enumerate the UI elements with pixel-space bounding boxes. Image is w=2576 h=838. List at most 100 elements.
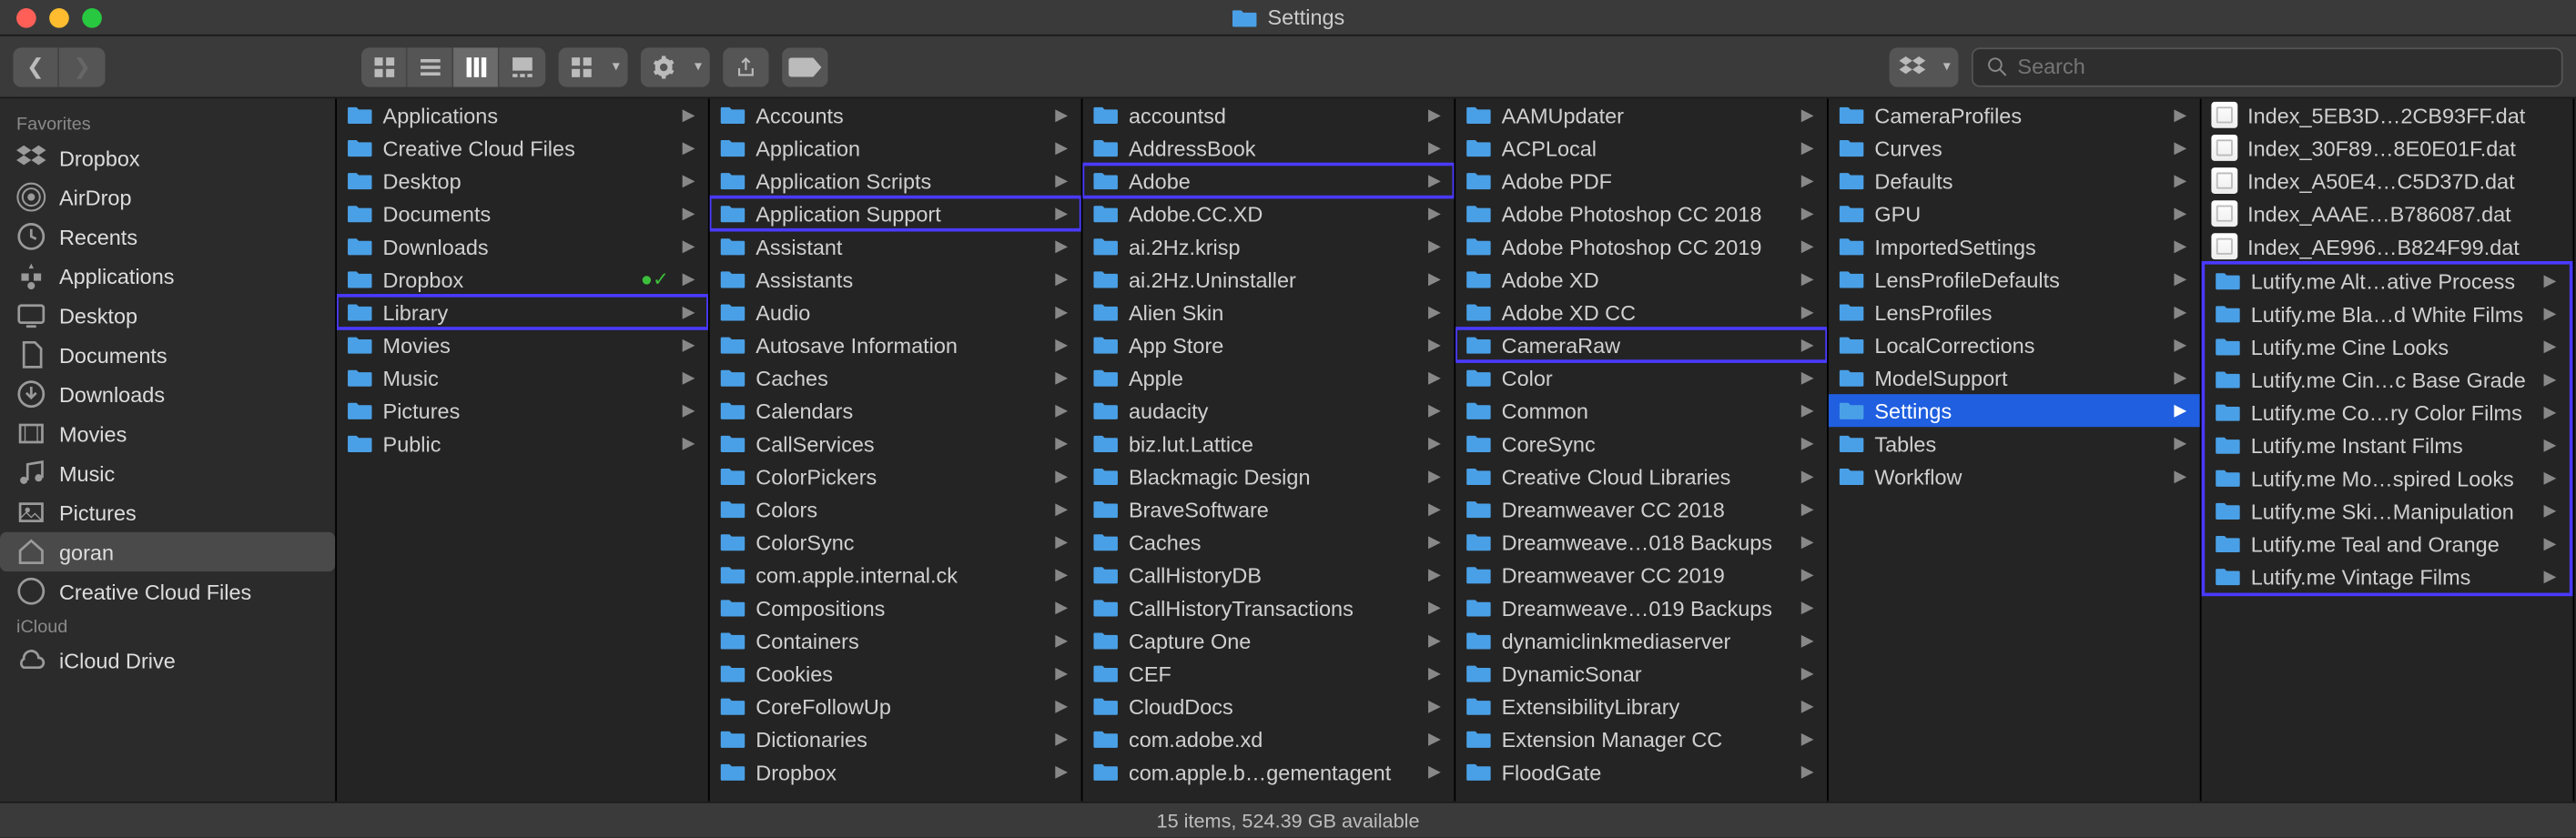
sidebar-item-documents[interactable]: Documents bbox=[0, 335, 335, 374]
view-icons[interactable] bbox=[361, 46, 408, 86]
folder-row[interactable]: Application▶ bbox=[710, 131, 1081, 164]
folder-row[interactable]: Autosave Information▶ bbox=[710, 328, 1081, 361]
view-gallery[interactable] bbox=[500, 46, 546, 86]
file-row[interactable]: Index_A50E4…C5D37D.dat bbox=[2202, 164, 2573, 197]
folder-row[interactable]: ai.2Hz.krisp▶ bbox=[1082, 230, 1454, 263]
sidebar-item-applications[interactable]: Applications bbox=[0, 257, 335, 296]
folder-row[interactable]: ExtensibilityLibrary▶ bbox=[1455, 690, 1827, 722]
folder-row[interactable]: Lutify.me Ski…Manipulation▶ bbox=[2205, 494, 2570, 527]
folder-row[interactable]: CallHistoryTransactions▶ bbox=[1082, 591, 1454, 624]
folder-row[interactable]: Library▶ bbox=[337, 296, 708, 328]
folder-row[interactable]: LensProfiles▶ bbox=[1829, 296, 2200, 328]
folder-row[interactable]: Color▶ bbox=[1455, 361, 1827, 394]
folder-row[interactable]: FloodGate▶ bbox=[1455, 755, 1827, 788]
folder-row[interactable]: LensProfileDefaults▶ bbox=[1829, 263, 2200, 296]
folder-row[interactable]: Dreamweaver CC 2018▶ bbox=[1455, 492, 1827, 525]
folder-row[interactable]: Common▶ bbox=[1455, 394, 1827, 427]
folder-row[interactable]: Pictures▶ bbox=[337, 394, 708, 427]
sidebar-item-airdrop[interactable]: AirDrop bbox=[0, 177, 335, 217]
group-dropdown[interactable]: ▾ bbox=[604, 46, 627, 86]
folder-row[interactable]: biz.lut.Lattice▶ bbox=[1082, 427, 1454, 459]
folder-row[interactable]: Containers▶ bbox=[710, 624, 1081, 657]
file-row[interactable]: Index_5EB3D…2CB93FF.dat bbox=[2202, 98, 2573, 131]
folder-row[interactable]: Cookies▶ bbox=[710, 657, 1081, 690]
folder-row[interactable]: AddressBook▶ bbox=[1082, 131, 1454, 164]
sidebar-item-goran[interactable]: goran bbox=[0, 532, 335, 571]
folder-row[interactable]: Alien Skin▶ bbox=[1082, 296, 1454, 328]
folder-row[interactable]: Capture One▶ bbox=[1082, 624, 1454, 657]
forward-button[interactable]: ❯ bbox=[59, 46, 106, 86]
maximize-window[interactable] bbox=[82, 7, 102, 27]
folder-row[interactable]: Colors▶ bbox=[710, 492, 1081, 525]
folder-row[interactable]: Music▶ bbox=[337, 361, 708, 394]
folder-row[interactable]: CameraProfiles▶ bbox=[1829, 98, 2200, 131]
folder-row[interactable]: Lutify.me Co…ry Color Films▶ bbox=[2205, 396, 2570, 429]
folder-row[interactable]: Tables▶ bbox=[1829, 427, 2200, 459]
folder-row[interactable]: ModelSupport▶ bbox=[1829, 361, 2200, 394]
folder-row[interactable]: com.apple.b…gementagent▶ bbox=[1082, 755, 1454, 788]
folder-row[interactable]: Movies▶ bbox=[337, 328, 708, 361]
folder-row[interactable]: Downloads▶ bbox=[337, 230, 708, 263]
share-button[interactable] bbox=[723, 46, 769, 86]
dropbox-dropdown[interactable]: ▾ bbox=[1935, 46, 1958, 86]
folder-row[interactable]: CoreFollowUp▶ bbox=[710, 690, 1081, 722]
folder-row[interactable]: Creative Cloud Libraries▶ bbox=[1455, 459, 1827, 492]
folder-row[interactable]: Compositions▶ bbox=[710, 591, 1081, 624]
folder-row[interactable]: DynamicSonar▶ bbox=[1455, 657, 1827, 690]
folder-row[interactable]: CEF▶ bbox=[1082, 657, 1454, 690]
action-dropdown[interactable]: ▾ bbox=[686, 46, 709, 86]
folder-row[interactable]: Lutify.me Vintage Films▶ bbox=[2205, 560, 2570, 592]
folder-row[interactable]: Calendars▶ bbox=[710, 394, 1081, 427]
sidebar-item-recents[interactable]: Recents bbox=[0, 217, 335, 256]
search-input[interactable] bbox=[2017, 55, 2548, 79]
view-list[interactable] bbox=[408, 46, 454, 86]
folder-row[interactable]: Audio▶ bbox=[710, 296, 1081, 328]
folder-row[interactable]: CameraRaw▶ bbox=[1455, 328, 1827, 361]
folder-row[interactable]: Curves▶ bbox=[1829, 131, 2200, 164]
folder-row[interactable]: com.apple.internal.ck▶ bbox=[710, 559, 1081, 591]
folder-row[interactable]: audacity▶ bbox=[1082, 394, 1454, 427]
folder-row[interactable]: Documents▶ bbox=[337, 197, 708, 230]
folder-row[interactable]: Application Scripts▶ bbox=[710, 164, 1081, 197]
view-columns[interactable] bbox=[453, 46, 500, 86]
folder-row[interactable]: Desktop▶ bbox=[337, 164, 708, 197]
folder-row[interactable]: Defaults▶ bbox=[1829, 164, 2200, 197]
folder-row[interactable]: Lutify.me Bla…d White Films▶ bbox=[2205, 298, 2570, 330]
folder-row[interactable]: GPU▶ bbox=[1829, 197, 2200, 230]
folder-row[interactable]: Adobe Photoshop CC 2019▶ bbox=[1455, 230, 1827, 263]
search-field[interactable] bbox=[1972, 46, 2563, 86]
folder-row[interactable]: Workflow▶ bbox=[1829, 459, 2200, 492]
dropbox-button[interactable] bbox=[1890, 46, 1936, 86]
folder-row[interactable]: BraveSoftware▶ bbox=[1082, 492, 1454, 525]
folder-row[interactable]: Lutify.me Cine Looks▶ bbox=[2205, 330, 2570, 363]
folder-row[interactable]: Adobe.CC.XD▶ bbox=[1082, 197, 1454, 230]
folder-row[interactable]: Dropbox●✓▶ bbox=[337, 263, 708, 296]
folder-row[interactable]: dynamiclinkmediaserver▶ bbox=[1455, 624, 1827, 657]
file-row[interactable]: Index_AAAE…B786087.dat bbox=[2202, 197, 2573, 230]
folder-row[interactable]: CloudDocs▶ bbox=[1082, 690, 1454, 722]
folder-row[interactable]: Blackmagic Design▶ bbox=[1082, 459, 1454, 492]
folder-row[interactable]: Application Support▶ bbox=[710, 197, 1081, 230]
sidebar-item-dropbox[interactable]: Dropbox bbox=[0, 138, 335, 177]
minimize-window[interactable] bbox=[49, 7, 69, 27]
folder-row[interactable]: Adobe▶ bbox=[1082, 164, 1454, 197]
folder-row[interactable]: accountsd▶ bbox=[1082, 98, 1454, 131]
sidebar-item-music[interactable]: Music bbox=[0, 453, 335, 492]
folder-row[interactable]: ColorSync▶ bbox=[710, 526, 1081, 559]
folder-row[interactable]: Dreamweaver CC 2019▶ bbox=[1455, 559, 1827, 591]
folder-row[interactable]: Assistant▶ bbox=[710, 230, 1081, 263]
folder-row[interactable]: CallHistoryDB▶ bbox=[1082, 559, 1454, 591]
folder-row[interactable]: Dreamweave…019 Backups▶ bbox=[1455, 591, 1827, 624]
folder-row[interactable]: Applications▶ bbox=[337, 98, 708, 131]
sidebar-item-movies[interactable]: Movies bbox=[0, 414, 335, 453]
folder-row[interactable]: Creative Cloud Files▶ bbox=[337, 131, 708, 164]
folder-row[interactable]: Adobe PDF▶ bbox=[1455, 164, 1827, 197]
folder-row[interactable]: ColorPickers▶ bbox=[710, 459, 1081, 492]
folder-row[interactable]: Settings▶ bbox=[1829, 394, 2200, 427]
action-button[interactable] bbox=[641, 46, 687, 86]
folder-row[interactable]: Adobe XD CC▶ bbox=[1455, 296, 1827, 328]
folder-row[interactable]: Adobe XD▶ bbox=[1455, 263, 1827, 296]
folder-row[interactable]: ImportedSettings▶ bbox=[1829, 230, 2200, 263]
sidebar-item-pictures[interactable]: Pictures bbox=[0, 492, 335, 531]
folder-row[interactable]: CoreSync▶ bbox=[1455, 427, 1827, 459]
